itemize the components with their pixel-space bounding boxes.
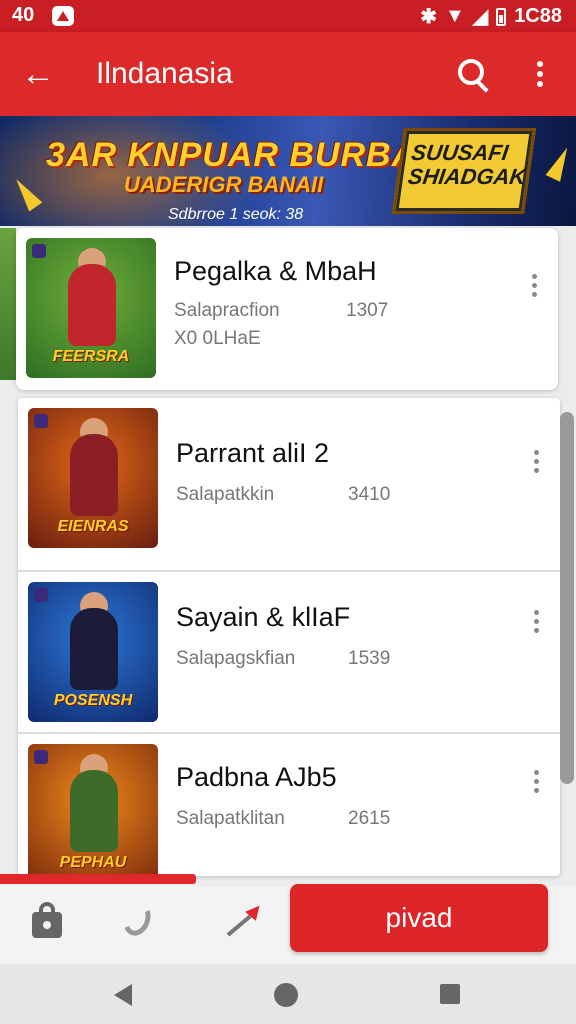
item-title: Pegalka & MbaH xyxy=(174,256,377,286)
thumbnail-figure xyxy=(70,770,118,852)
more-vert-icon[interactable] xyxy=(520,54,560,94)
nav-home-icon[interactable] xyxy=(274,983,298,1007)
item-count: 3410 xyxy=(348,484,391,505)
signal-icon: ◢ xyxy=(472,6,489,28)
progress-fill xyxy=(0,874,196,884)
nav-recent-icon[interactable] xyxy=(440,984,460,1004)
banner-badge: SUUSAFI SHIADGAK xyxy=(391,128,537,214)
thumbnail-caption: FEERSRA xyxy=(52,348,130,365)
item-subtitle: Salapagskfian xyxy=(176,648,296,669)
game-thumbnail: EIENRAS xyxy=(28,408,158,548)
carousel-peek[interactable] xyxy=(0,228,16,380)
banner-subline: UADERIGR BANAII xyxy=(124,172,324,197)
more-vert-icon[interactable] xyxy=(526,446,546,476)
wifi-icon: ▼ xyxy=(445,5,465,27)
list-item[interactable]: POSENSH Sayain & klIaF Salapagskfian 153… xyxy=(18,572,560,734)
banner-badge-text: SUUSAFI SHIADGAK xyxy=(406,140,528,189)
system-nav-bar xyxy=(0,964,576,1024)
more-vert-icon[interactable] xyxy=(526,606,546,636)
game-thumbnail: POSENSH xyxy=(28,582,158,722)
primary-action-button[interactable]: pivad xyxy=(290,884,548,952)
battery-icon xyxy=(496,7,507,26)
arrow-left-icon[interactable]: ← xyxy=(18,54,58,94)
item-extra: X0 0LHaE xyxy=(174,328,261,349)
search-icon[interactable] xyxy=(452,54,492,94)
item-subtitle: Salapatklitan xyxy=(176,808,285,829)
game-thumbnail: PEPHAU xyxy=(28,744,158,884)
thumbnail-figure xyxy=(68,264,116,346)
publisher-logo-icon xyxy=(32,244,46,258)
thumbnail-figure xyxy=(70,434,118,516)
publisher-logo-icon xyxy=(34,588,48,602)
list-card: FEERSRA Pegalka & MbaH Salapracfion 1307… xyxy=(16,228,558,390)
item-count: 1307 xyxy=(346,300,389,321)
status-icons: ✱ ▼ ◢ 1C88 xyxy=(420,4,562,29)
list-item[interactable]: EIENRAS Parrant aliI 2 Salapatkkin 3410 xyxy=(18,398,560,560)
banner-date: Sdbrroe 1 seok: 38 xyxy=(168,206,304,223)
publisher-logo-icon xyxy=(34,414,48,428)
notification-icon xyxy=(52,6,74,26)
nav-back-icon[interactable] xyxy=(114,984,132,1006)
publisher-logo-icon xyxy=(34,750,48,764)
status-right-text: 1C88 xyxy=(514,5,562,27)
pen-icon[interactable] xyxy=(222,900,265,940)
game-thumbnail: FEERSRA xyxy=(26,238,156,378)
item-title: Parrant aliI 2 xyxy=(176,438,330,468)
status-time: 40 xyxy=(12,4,35,26)
item-subtitle: Salapatkkin xyxy=(176,484,275,505)
status-bar: 40 ✱ ▼ ◢ 1C88 xyxy=(0,0,576,32)
hook-icon[interactable] xyxy=(118,898,158,940)
list-scrollbar[interactable] xyxy=(560,412,574,784)
thumbnail-caption: PEPHAU xyxy=(59,854,127,871)
thumbnail-caption: POSENSH xyxy=(53,692,133,709)
thumbnail-caption: EIENRAS xyxy=(57,518,129,535)
more-vert-icon[interactable] xyxy=(524,270,544,300)
item-title: Padbna AJb5 xyxy=(176,762,337,792)
bag-icon[interactable] xyxy=(28,900,68,940)
item-subtitle: Salapracfion xyxy=(174,300,280,321)
app-bar: ← Ilndanasia xyxy=(0,32,576,116)
promo-banner[interactable]: 3AR KNPUAR BURBANI! UADERIGR BANAII Sdbr… xyxy=(0,116,576,226)
app-title: Ilndanasia xyxy=(96,57,233,90)
lightning-icon xyxy=(545,144,575,182)
item-title: Sayain & klIaF xyxy=(176,602,351,632)
bluetooth-icon: ✱ xyxy=(420,6,437,28)
item-count: 1539 xyxy=(348,648,391,669)
thumbnail-figure xyxy=(70,608,118,690)
item-count: 2615 xyxy=(348,808,391,829)
progress-bar xyxy=(0,874,576,884)
more-vert-icon[interactable] xyxy=(526,766,546,796)
list-item[interactable]: FEERSRA Pegalka & MbaH Salapracfion 1307… xyxy=(16,228,558,390)
list-item[interactable]: PEPHAU Padbna AJb5 Salapatklitan 2615 xyxy=(18,734,560,896)
list-card: EIENRAS Parrant aliI 2 Salapatkkin 3410 … xyxy=(18,398,560,884)
